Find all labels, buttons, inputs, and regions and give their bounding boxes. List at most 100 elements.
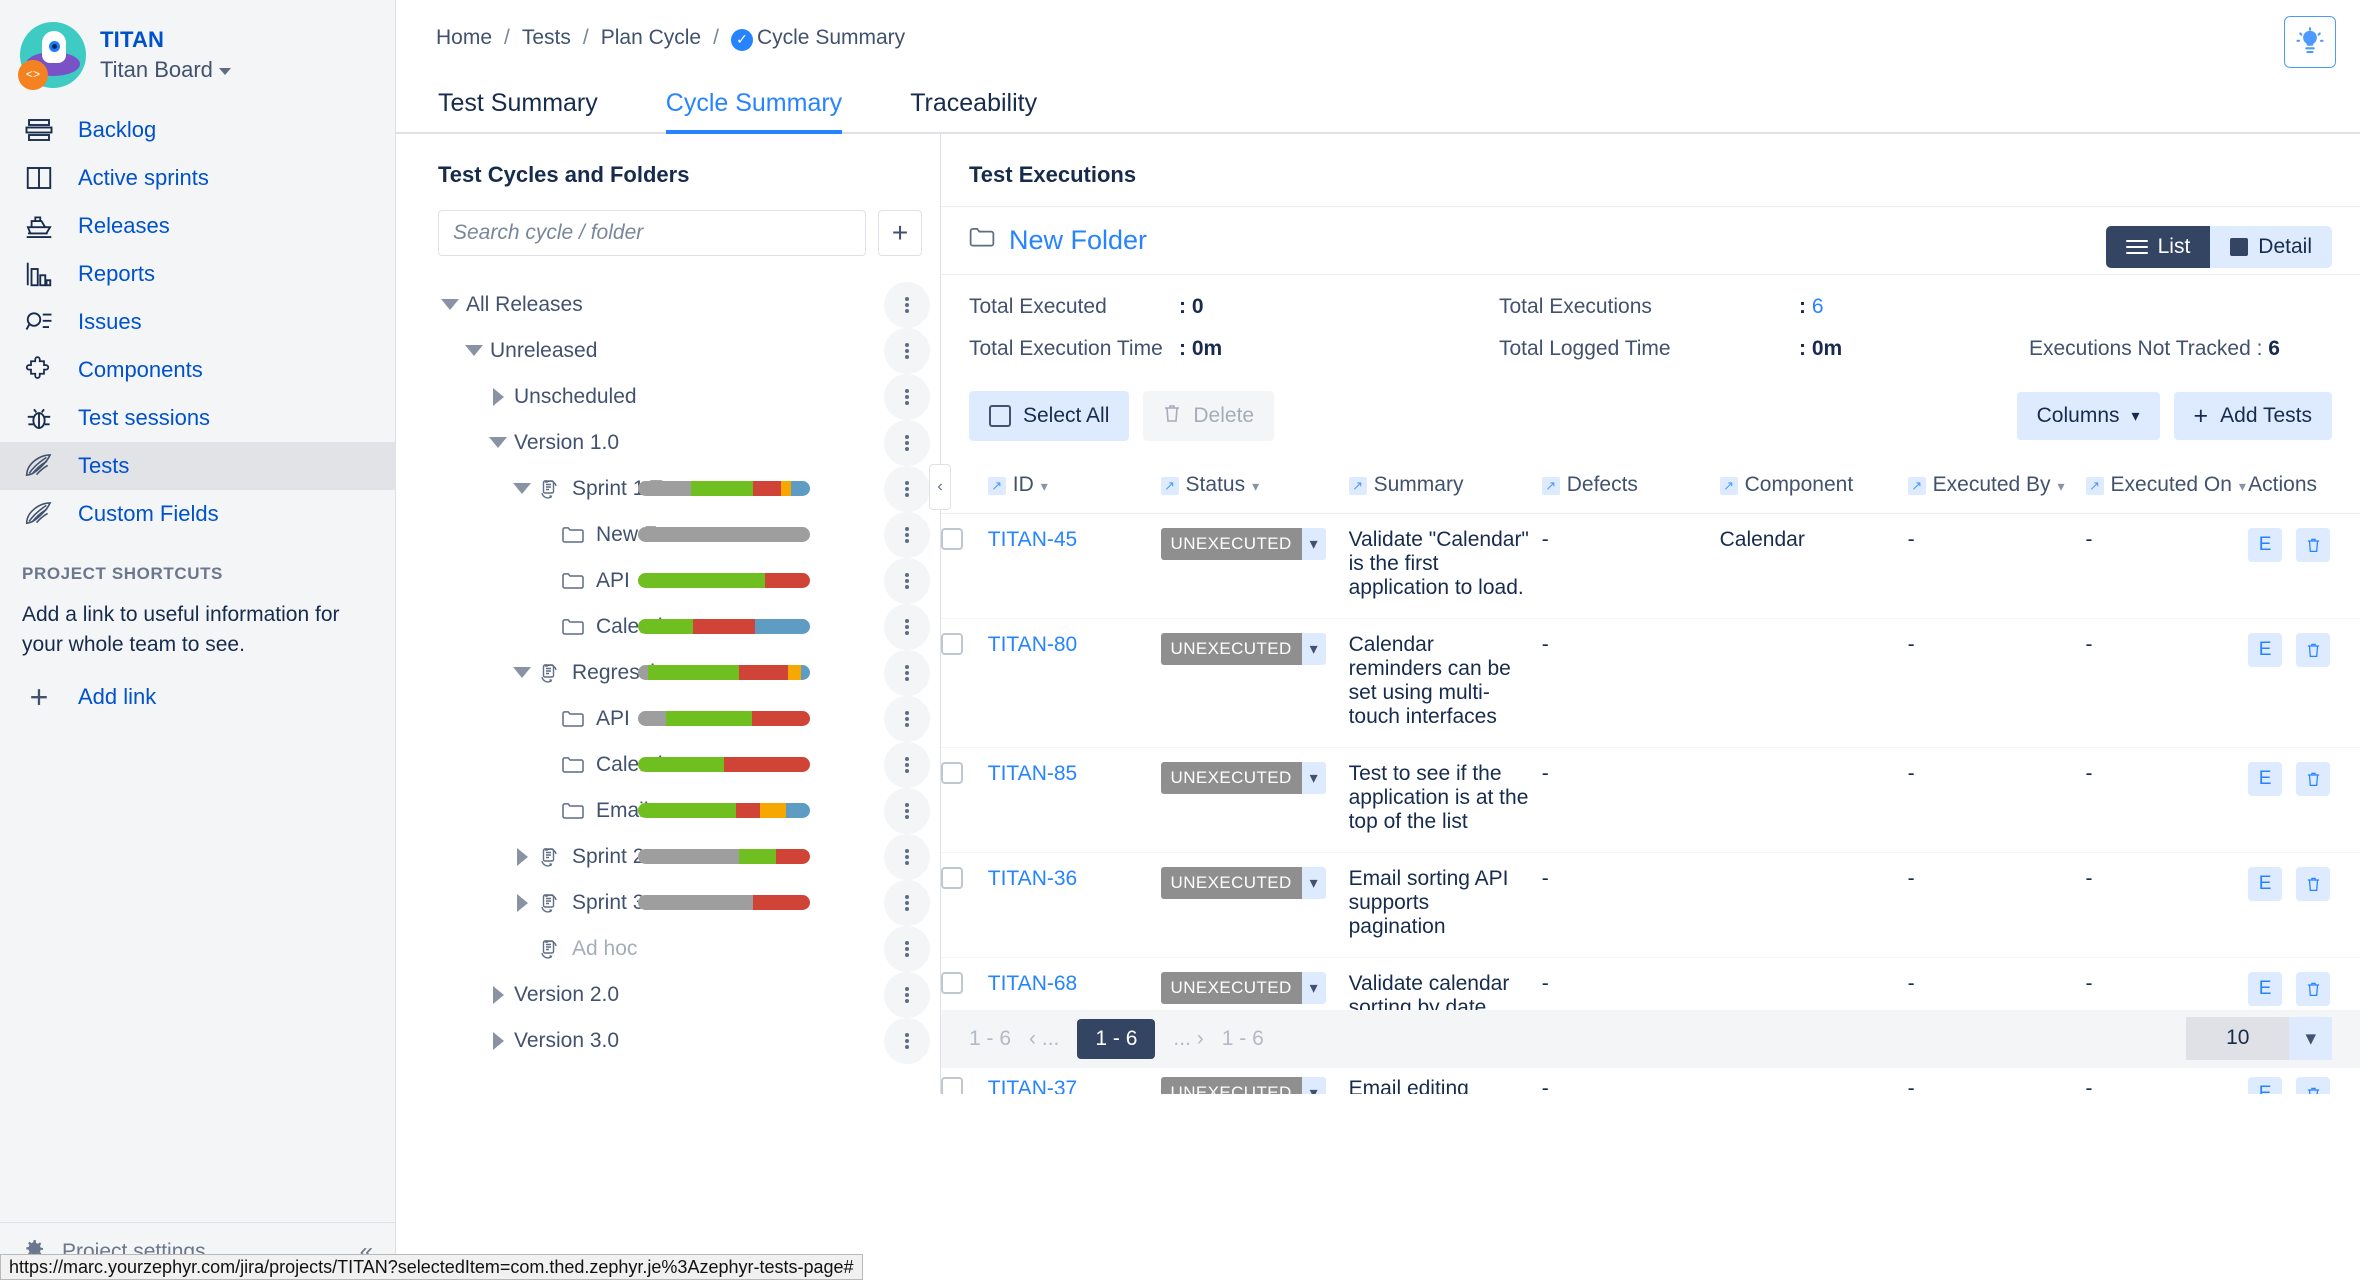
column-header-actions[interactable]: Actions [2248, 456, 2360, 514]
tree-node[interactable]: Email [438, 787, 940, 834]
sidebar-item-active-sprints[interactable]: Active sprints [0, 154, 395, 202]
row-checkbox[interactable] [941, 866, 963, 889]
row-checkbox[interactable] [941, 527, 963, 550]
breadcrumb-item-tests[interactable]: Tests [522, 26, 571, 50]
tree-node[interactable]: Version 3.0 [438, 1017, 940, 1064]
execute-button[interactable]: E [2248, 971, 2283, 1006]
pager-prev-button[interactable]: ‹ ... [1029, 1027, 1059, 1051]
column-header-component[interactable]: ↗ Component [1719, 456, 1908, 514]
tree-node-menu-button[interactable] [884, 1017, 930, 1064]
tree-node[interactable]: Unreleased [438, 327, 940, 374]
execute-button[interactable]: E [2248, 1076, 2283, 1094]
status-dropdown-button[interactable]: ▾ [1301, 761, 1326, 794]
tab-test-summary[interactable]: Test Summary [438, 89, 598, 132]
sidebar-item-components[interactable]: Components [0, 346, 395, 394]
sidebar-item-custom-fields[interactable]: Custom Fields [0, 490, 395, 538]
tree-node[interactable]: Version 1.0 [438, 419, 940, 466]
test-id-link[interactable]: TITAN-45 [988, 528, 1077, 551]
tree-node-menu-button[interactable] [884, 557, 930, 604]
sidebar-item-tests[interactable]: Tests [0, 442, 395, 490]
add-cycle-button[interactable]: + [878, 209, 922, 256]
sidebar-item-backlog[interactable]: Backlog [0, 106, 395, 154]
row-checkbox[interactable] [941, 632, 963, 655]
test-id-link[interactable]: TITAN-37 [988, 1077, 1077, 1094]
add-link-button[interactable]: + Add link [22, 681, 373, 713]
tree-expand-toggle[interactable] [510, 893, 534, 912]
sidebar-item-reports[interactable]: Reports [0, 250, 395, 298]
tree-node-menu-button[interactable] [884, 373, 930, 420]
tree-node[interactable]: Calendar [438, 741, 940, 788]
tree-collapse-toggle[interactable] [438, 299, 462, 310]
search-input[interactable] [438, 209, 866, 256]
tree-node[interactable]: New Fo... [438, 511, 940, 558]
delete-row-button[interactable] [2296, 866, 2331, 901]
tree-expand-toggle[interactable] [486, 985, 510, 1004]
page-size-select[interactable]: 10 ▾ [2186, 1017, 2332, 1060]
tree-node-menu-button[interactable] [884, 787, 930, 834]
column-header-defects[interactable]: ↗ Defects [1541, 456, 1720, 514]
status-dropdown-button[interactable]: ▾ [1301, 527, 1326, 560]
tree-node[interactable]: Regression ... [438, 649, 940, 696]
project-header[interactable]: <> TITAN Titan Board [0, 0, 395, 106]
tree-node-menu-button[interactable] [884, 695, 930, 742]
tree-node[interactable]: Calendar [438, 603, 940, 650]
add-tests-button[interactable]: + Add Tests [2173, 391, 2332, 440]
row-checkbox[interactable] [941, 1076, 963, 1094]
row-checkbox[interactable] [941, 761, 963, 784]
tree-node[interactable]: Sprint 1 Tes... [438, 465, 940, 512]
table-row[interactable]: TITAN-85 UNEXECUTED ▾ Test to see if the ap… [941, 747, 2360, 853]
tree-node[interactable]: Unscheduled [438, 373, 940, 420]
tree-node-menu-button[interactable] [884, 741, 930, 788]
tree-collapse-toggle[interactable] [462, 345, 486, 356]
column-header-summary[interactable]: ↗ Summary [1348, 456, 1542, 514]
tree-node-menu-button[interactable] [884, 925, 930, 972]
tree-collapse-toggle[interactable] [486, 437, 510, 448]
table-row[interactable]: TITAN-36 UNEXECUTED ▾ Email sorting API sup… [941, 852, 2360, 958]
sidebar-item-issues[interactable]: Issues [0, 298, 395, 346]
tree-node[interactable]: All Releases [438, 281, 940, 328]
status-dropdown-button[interactable]: ▾ [1301, 632, 1326, 665]
tree-node[interactable]: Sprint 3 [438, 879, 940, 926]
columns-button[interactable]: Columns ▾ [2016, 391, 2160, 440]
execute-button[interactable]: E [2248, 632, 2283, 667]
test-id-link[interactable]: TITAN-80 [988, 633, 1077, 656]
column-header-status[interactable]: ↗ Status ▾ [1160, 456, 1349, 514]
tree-node-menu-button[interactable] [884, 649, 930, 696]
view-detail-button[interactable]: Detail [2210, 225, 2332, 268]
test-id-link[interactable]: TITAN-68 [988, 972, 1077, 995]
table-row[interactable]: TITAN-80 UNEXECUTED ▾ Calendar reminders ca… [941, 618, 2360, 748]
tree-node-menu-button[interactable] [884, 327, 930, 374]
column-header-executed-on[interactable]: ↗ Executed On ▾ [2085, 456, 2249, 514]
test-id-link[interactable]: TITAN-36 [988, 867, 1077, 890]
tree-node[interactable]: Version 2.0 [438, 971, 940, 1018]
pager-next-button[interactable]: ... › [1173, 1027, 1203, 1051]
tree-node[interactable]: API [438, 557, 940, 604]
row-checkbox[interactable] [941, 971, 963, 994]
tree-node-menu-button[interactable] [884, 511, 930, 558]
sidebar-item-test-sessions[interactable]: Test sessions [0, 394, 395, 442]
tree-expand-toggle[interactable] [486, 1031, 510, 1050]
tree-node[interactable]: Ad hoc [438, 925, 940, 972]
execute-button[interactable]: E [2248, 527, 2283, 562]
tree-node-menu-button[interactable] [884, 281, 930, 328]
tree-node[interactable]: Sprint 2 [438, 833, 940, 880]
board-selector[interactable]: Titan Board [100, 56, 231, 84]
tree-node-menu-button[interactable] [884, 971, 930, 1018]
delete-row-button[interactable] [2296, 1076, 2331, 1094]
tree-node-menu-button[interactable] [884, 603, 930, 650]
status-dropdown-button[interactable]: ▾ [1301, 1076, 1326, 1094]
column-header-executed-by[interactable]: ↗ Executed By ▾ [1907, 456, 2086, 514]
column-header-id[interactable]: ↗ ID ▾ [987, 456, 1161, 514]
tab-traceability[interactable]: Traceability [910, 89, 1037, 132]
delete-row-button[interactable] [2296, 761, 2331, 796]
tab-cycle-summary[interactable]: Cycle Summary [665, 89, 843, 134]
tree-collapse-toggle[interactable] [510, 483, 534, 494]
test-id-link[interactable]: TITAN-85 [988, 762, 1077, 785]
view-list-button[interactable]: List [2105, 225, 2211, 268]
table-row[interactable]: TITAN-45 UNEXECUTED ▾ Validate "Calendar" i… [941, 513, 2360, 619]
pager-current-page[interactable]: 1 - 6 [1077, 1018, 1156, 1059]
tree-node-menu-button[interactable] [884, 879, 930, 926]
sidebar-item-releases[interactable]: Releases [0, 202, 395, 250]
delete-row-button[interactable] [2296, 971, 2331, 1006]
tree-node-menu-button[interactable] [884, 419, 930, 466]
